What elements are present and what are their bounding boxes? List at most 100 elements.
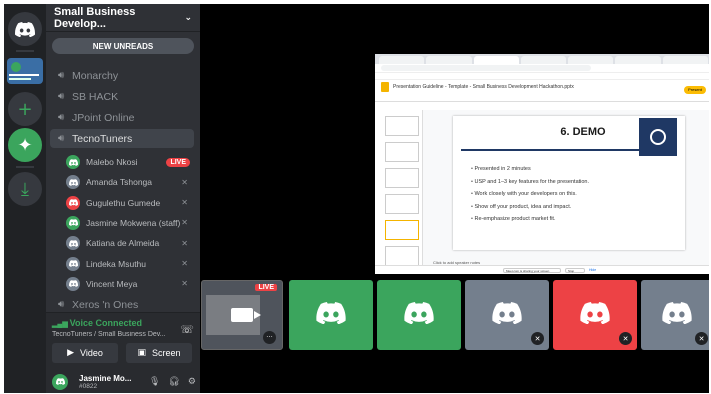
more-options-icon[interactable]: … xyxy=(263,331,276,344)
bullet: Presented in 2 minutes xyxy=(471,166,589,172)
member-name: Katiana de Almeida xyxy=(86,238,160,249)
muted-mic-icon: ✕ xyxy=(181,279,188,289)
sharing-message: Meet.com is sharing your screen xyxy=(503,268,561,273)
slide-thumbnail[interactable] xyxy=(385,116,419,136)
discord-home-icon[interactable] xyxy=(8,12,42,46)
discord-avatar-icon xyxy=(492,301,522,329)
present-button[interactable]: Present xyxy=(684,86,706,94)
share-notification-bar: Meet.com is sharing your screen Stop sha… xyxy=(375,265,709,274)
stop-sharing-button[interactable]: Stop sharing xyxy=(565,268,585,274)
voice-channel[interactable]: 🔊︎ Monarchy xyxy=(50,66,194,85)
voice-member[interactable]: Jasmine Mokwena (staff) ✕ xyxy=(66,214,194,232)
participant-tile[interactable]: ✕ xyxy=(465,280,549,350)
voice-status: ▂▄▆ Voice Connected xyxy=(52,318,143,328)
settings-gear-icon[interactable]: ⚙ xyxy=(188,377,196,387)
browser-tab[interactable] xyxy=(568,56,614,64)
rail-separator xyxy=(16,50,34,52)
discord-window: + ✦ ⤓ Small Business Develop... ⌄ NEW UN… xyxy=(4,4,709,393)
video-button[interactable]: ▶ Video xyxy=(52,343,118,363)
channel-name: Xeros 'n Ones xyxy=(72,298,139,311)
user-tag: #0822 xyxy=(79,382,98,390)
camera-icon: ▶ xyxy=(67,348,75,358)
slide-thumbnail[interactable] xyxy=(385,142,419,162)
speaker-icon: 🔊︎ xyxy=(58,112,65,123)
participant-tile[interactable] xyxy=(377,280,461,350)
server-header[interactable]: Small Business Develop... ⌄ xyxy=(46,4,200,32)
avatar xyxy=(66,236,80,251)
screen-share-stream[interactable]: Presentation Guideline - Template - Smal… xyxy=(375,54,709,274)
slide-divider xyxy=(461,149,645,151)
avatar xyxy=(66,155,80,169)
voice-member[interactable]: Malebo Nkosi LIVE xyxy=(66,153,194,171)
avatar[interactable] xyxy=(52,373,68,390)
screen-share-button[interactable]: ▣ Screen xyxy=(126,343,192,363)
slide-thumbnail[interactable] xyxy=(385,246,419,266)
editor-toolbar xyxy=(375,94,709,102)
slide-thumbnail[interactable] xyxy=(385,194,419,214)
voice-channel[interactable]: 🔊︎ JPoint Online xyxy=(50,108,194,127)
hide-button[interactable]: Hide xyxy=(589,268,596,272)
document-title[interactable]: Presentation Guideline - Template - Smal… xyxy=(393,84,574,90)
browser-tab[interactable] xyxy=(520,56,567,64)
voice-member[interactable]: Gugulethu Gumede ✕ xyxy=(66,194,194,212)
avatar xyxy=(66,175,80,190)
discord-avatar-icon xyxy=(316,301,346,329)
bullet: Work closely with your developers on thi… xyxy=(471,191,589,197)
add-server-icon[interactable]: + xyxy=(8,92,42,126)
voice-location[interactable]: TecnoTuners / Small Business Dev... xyxy=(52,331,170,338)
live-badge: LIVE xyxy=(166,157,190,167)
discord-avatar-icon xyxy=(404,301,434,329)
browser-tab[interactable] xyxy=(379,56,425,64)
channel-name: TecnoTuners xyxy=(72,132,133,145)
member-name: Amanda Tshonga xyxy=(86,177,153,188)
browser-tab[interactable] xyxy=(426,56,472,64)
speaker-icon: 🔊︎ xyxy=(58,91,65,102)
logo-icon xyxy=(639,118,677,156)
muted-mic-icon: ✕ xyxy=(619,332,632,345)
avatar xyxy=(66,276,80,291)
voice-member[interactable]: Lindeka Msuthu ✕ xyxy=(66,255,194,273)
voice-member[interactable]: Katiana de Almeida ✕ xyxy=(66,234,194,252)
camera-icon xyxy=(231,308,261,322)
member-name: Jasmine Mokwena (staff) xyxy=(86,217,181,228)
avatar xyxy=(66,215,80,230)
address-bar[interactable] xyxy=(375,64,709,73)
signal-icon: ▂▄▆ xyxy=(52,321,70,328)
speaker-icon: 🔊︎ xyxy=(58,299,65,310)
participant-tile[interactable]: ✕ xyxy=(553,280,637,350)
voice-member[interactable]: Amanda Tshonga ✕ xyxy=(66,173,194,191)
participant-tile[interactable] xyxy=(289,280,373,350)
muted-mic-icon: ✕ xyxy=(181,238,188,248)
slide-bullets: Presented in 2 minutes USP and 1–3 key f… xyxy=(471,166,589,229)
rail-separator xyxy=(16,166,34,168)
new-unreads-pill[interactable]: NEW UNREADS xyxy=(52,38,194,54)
muted-mic-icon: ✕ xyxy=(181,259,188,268)
channel-name: SB HACK xyxy=(72,90,119,103)
server-icon[interactable] xyxy=(7,58,43,84)
voice-member[interactable]: Vincent Meya ✕ xyxy=(66,275,194,293)
explore-servers-icon[interactable]: ✦ xyxy=(8,128,42,162)
browser-tab[interactable] xyxy=(473,56,519,64)
browser-tab[interactable] xyxy=(615,56,661,64)
slide-thumbnails xyxy=(375,110,423,274)
muted-mic-icon: ✕ xyxy=(181,218,188,228)
voice-channel[interactable]: 🔊︎ SB HACK xyxy=(50,87,194,106)
disconnect-icon[interactable]: ☏ xyxy=(180,323,194,336)
slide-canvas[interactable]: 6. DEMO Presented in 2 minutes USP and 1… xyxy=(453,116,685,250)
slide-title: 6. DEMO xyxy=(560,126,606,138)
discord-avatar-icon xyxy=(662,301,692,329)
server-name: Small Business Develop... xyxy=(54,5,136,30)
slide-thumbnail-selected[interactable] xyxy=(385,220,419,240)
download-apps-icon[interactable]: ⤓ xyxy=(8,172,42,206)
participant-tile[interactable]: ✕ xyxy=(641,280,709,350)
microphone-icon[interactable]: 🎙︎ xyxy=(149,377,160,387)
slide-thumbnail[interactable] xyxy=(385,168,419,188)
browser-tab[interactable] xyxy=(662,56,708,64)
voice-channel-selected[interactable]: 🔊︎ TecnoTuners xyxy=(50,129,194,148)
headphones-icon[interactable]: 🎧︎ xyxy=(168,377,179,387)
stream-preview-tile[interactable]: LIVE… xyxy=(201,280,283,350)
speaker-icon: 🔊︎ xyxy=(58,133,65,144)
member-name: Lindeka Msuthu xyxy=(86,258,147,269)
chevron-down-icon: ⌄ xyxy=(184,12,192,23)
channel-name: JPoint Online xyxy=(72,111,135,124)
